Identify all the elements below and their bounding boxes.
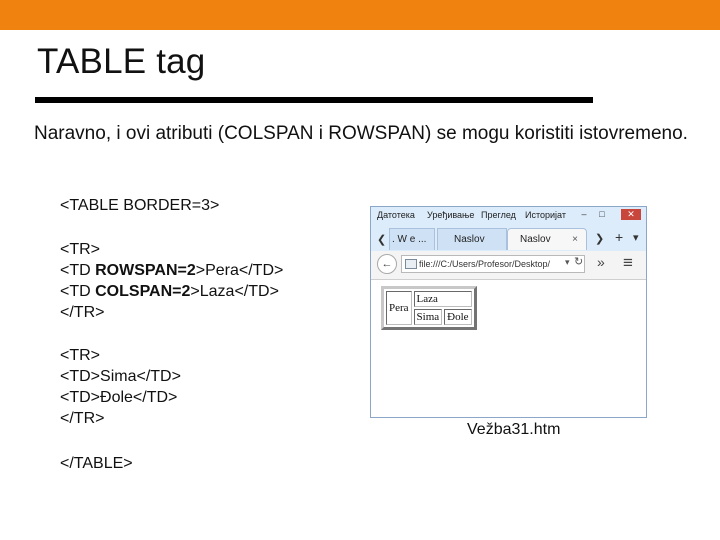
new-tab-icon[interactable]: + [615, 229, 623, 245]
tab-1[interactable]: . W e ... [389, 228, 435, 250]
tab-close-icon[interactable]: × [572, 229, 578, 251]
cell-sima: Sima [413, 309, 443, 325]
cell-dole: Đole [444, 309, 472, 325]
code-row2-open: <TR> [60, 347, 101, 364]
url-bar[interactable]: file:///C:/Users/Profesor/Desktop/ [401, 255, 585, 273]
url-text: file:///C:/Users/Profesor/Desktop/ [419, 259, 551, 269]
title-underline [35, 97, 593, 103]
slide-title: TABLE tag [37, 42, 206, 81]
tab-3-label: Naslov [520, 234, 551, 245]
menu-item-file[interactable]: Датотека [377, 210, 415, 220]
dropdown-icon[interactable]: ▾ [565, 257, 570, 268]
code-row1-close: </TR> [60, 304, 105, 321]
page-viewport: Pera Laza Sima Đole [371, 280, 646, 417]
tab-2-label: Naslov [454, 234, 485, 245]
tab-1-label: . W e ... [392, 234, 427, 245]
back-icon[interactable]: ← [377, 254, 397, 274]
file-caption: Vežba31.htm [467, 421, 561, 438]
menu-item-edit[interactable]: Уређивање [427, 210, 474, 220]
browser-menubar: Датотека Уређивање Преглед Историјат – □… [371, 207, 646, 223]
code-td-prefix: <TD [60, 262, 96, 279]
code-td-rowspan: <TD ROWSPAN=2>Pera</TD> [60, 260, 283, 281]
cell-pera: Pera [386, 291, 412, 325]
tab-scroll-right-icon[interactable]: ❯ [595, 232, 604, 245]
window-close-icon[interactable]: ✕ [621, 209, 641, 220]
intro-text: Naravno, i ovi atributi (COLSPAN i ROWSP… [34, 123, 688, 144]
tab-list-icon[interactable]: ▾ [633, 231, 639, 244]
minimize-icon[interactable]: – [577, 209, 591, 220]
tab-strip: ❮ . W e ... Naslov Naslov × ❯ + ▾ [371, 224, 646, 251]
code-td-colspan: <TD COLSPAN=2>Laza</TD> [60, 281, 279, 302]
maximize-icon[interactable]: □ [595, 209, 609, 220]
code-td-sima: <TD>Sima</TD> [60, 368, 181, 385]
menu-item-history[interactable]: Историјат [525, 210, 566, 220]
code-colspan-attr: COLSPAN=2 [95, 283, 191, 300]
tab-3-active[interactable]: Naslov × [507, 228, 587, 250]
code-table-open: <TABLE BORDER=3> [60, 197, 220, 214]
code-row1-open: <TR> [60, 241, 101, 258]
cell-laza: Laza [413, 291, 472, 307]
browser-window: Датотека Уређивање Преглед Историјат – □… [370, 206, 647, 418]
navigation-bar: ← file:///C:/Users/Profesor/Desktop/ ▾ ↻… [371, 251, 646, 280]
code-row2-close: </TR> [60, 410, 105, 427]
tab-2[interactable]: Naslov [437, 228, 507, 250]
page-icon [405, 259, 417, 269]
code-rowspan-attr: ROWSPAN=2 [95, 262, 196, 279]
code-table-close: </TABLE> [60, 455, 133, 472]
code-td-suffix: >Pera</TD> [195, 262, 284, 279]
code-td-prefix: <TD [60, 283, 96, 300]
code-td-suffix: >Laza</TD> [190, 283, 279, 300]
hamburger-menu-icon[interactable]: ≡ [623, 253, 633, 273]
demo-table: Pera Laza Sima Đole [381, 286, 477, 330]
reload-icon[interactable]: ↻ [574, 255, 583, 268]
overflow-icon[interactable]: » [597, 254, 605, 270]
code-td-dole: <TD>Đole</TD> [60, 389, 178, 406]
top-accent-bar [0, 0, 720, 30]
table-row: Pera Laza [386, 291, 472, 325]
tab-scroll-left-icon[interactable]: ❮ [377, 233, 386, 246]
menu-item-view[interactable]: Преглед [481, 210, 516, 220]
